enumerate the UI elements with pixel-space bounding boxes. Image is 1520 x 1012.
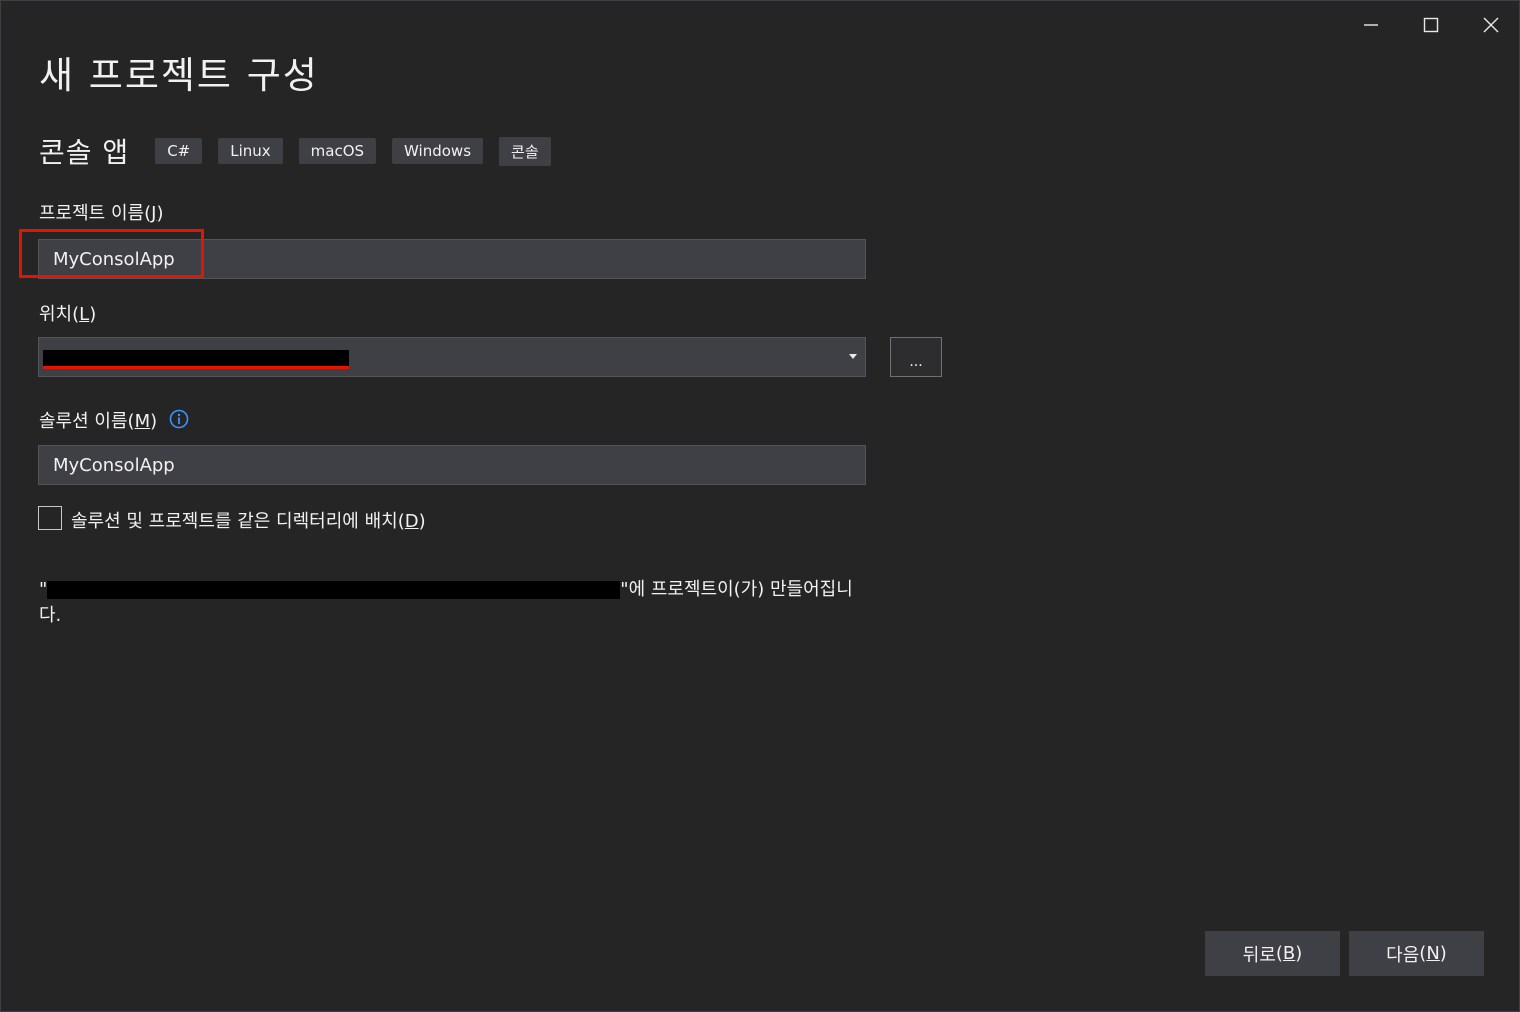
maximize-icon [1423, 17, 1439, 33]
path-redacted [47, 581, 621, 599]
close-icon [1483, 17, 1499, 33]
location-label: 위치(L) [39, 304, 97, 325]
browse-button-label: ... [909, 354, 923, 370]
browse-button[interactable]: ... [890, 337, 942, 377]
location-redacted-value [43, 350, 349, 369]
page-title: 새 프로젝트 구성 [39, 54, 319, 97]
template-name: 콘솔 앱 [39, 136, 130, 169]
back-hotkey: B [1282, 943, 1296, 964]
tag-linux: Linux [218, 138, 283, 164]
next-hotkey: N [1426, 943, 1440, 964]
minimize-icon [1364, 24, 1378, 26]
tag-windows: Windows [392, 138, 484, 164]
solution-name-input[interactable]: MyConsolApp [38, 445, 866, 485]
info-icon[interactable] [169, 409, 189, 429]
back-button[interactable]: 뒤로(B) [1205, 931, 1340, 976]
project-name-hotkey: J [151, 203, 157, 224]
solution-name-hotkey: M [134, 411, 151, 432]
same-directory-hotkey: D [404, 511, 419, 532]
creation-path-note: " "에 프로젝트이(가) 만들어집니다. [39, 579, 853, 626]
next-button-label: 다음 [1386, 944, 1420, 966]
tag-csharp: C# [155, 138, 203, 164]
next-button[interactable]: 다음(N) [1349, 931, 1484, 976]
template-header: 콘솔 앱 C# Linux macOS Windows 콘솔 [39, 131, 567, 171]
maximize-button[interactable] [1401, 5, 1461, 45]
project-name-label: 프로젝트 이름(J) [39, 203, 164, 224]
tag-macos: macOS [298, 138, 377, 164]
highlight-box [19, 229, 204, 278]
same-directory-label[interactable]: 솔루션 및 프로젝트를 같은 디렉터리에 배치(D) [71, 507, 426, 533]
solution-name-value: MyConsolApp [53, 454, 175, 476]
dialog-window: 새 프로젝트 구성 콘솔 앱 C# Linux macOS Windows 콘솔… [0, 0, 1520, 1012]
location-combobox[interactable] [38, 337, 866, 377]
chevron-down-icon[interactable] [849, 354, 857, 359]
location-hotkey: L [79, 304, 90, 325]
back-button-label: 뒤로 [1242, 944, 1276, 966]
same-directory-label-text: 솔루션 및 프로젝트를 같은 디렉터리에 배치 [71, 511, 398, 532]
project-name-label-text: 프로젝트 이름 [39, 203, 145, 224]
same-directory-checkbox[interactable] [38, 506, 62, 530]
minimize-button[interactable] [1341, 5, 1401, 45]
tag-console: 콘솔 [499, 136, 551, 166]
location-label-text: 위치 [39, 304, 73, 325]
close-button[interactable] [1461, 5, 1520, 45]
solution-name-label-text: 솔루션 이름 [39, 411, 128, 432]
solution-name-label: 솔루션 이름(M) [39, 411, 158, 432]
